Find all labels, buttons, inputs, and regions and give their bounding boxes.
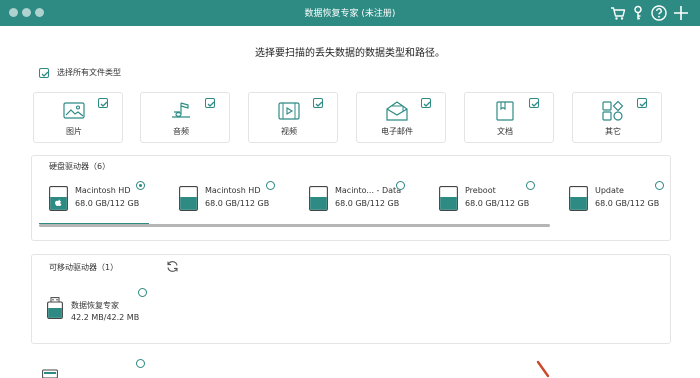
select-all-types[interactable]: 选择所有文件类型: [39, 67, 121, 78]
drive-item[interactable]: Macintosh HD 68.0 GB/112 GB: [169, 181, 297, 225]
type-label: 音频: [173, 127, 189, 136]
type-label: 文档: [497, 127, 513, 136]
document-icon: [496, 101, 514, 121]
drive-item[interactable]: Preboot 68.0 GB/112 GB: [429, 181, 557, 225]
drive-name: Macinto... - Data: [335, 186, 402, 195]
pen-icon: [536, 360, 550, 378]
hard-drive-icon: [179, 186, 198, 211]
removable-drives-panel: 可移动驱动器（1） 数据恢复专家 42.2 MB/42.2 MB: [31, 254, 671, 344]
drive-size: 42.2 MB/42.2 MB: [71, 313, 140, 322]
page-headline: 选择要扫描的丢失数据的数据类型和路径。: [255, 48, 445, 59]
plus-icon[interactable]: [672, 4, 690, 22]
horizontal-scrollbar[interactable]: [39, 224, 550, 227]
drive-icon: [42, 369, 58, 378]
select-all-checkbox[interactable]: [39, 67, 49, 78]
type-checkbox[interactable]: [205, 98, 215, 108]
type-label: 图片: [66, 127, 82, 136]
type-label: 其它: [605, 127, 621, 136]
drive-name: 数据恢复专家: [71, 301, 119, 310]
type-checkbox[interactable]: [421, 98, 431, 108]
drive-radio[interactable]: [396, 181, 405, 190]
drive-size: 68.0 GB/112 GB: [335, 199, 400, 208]
drive-radio[interactable]: [138, 288, 147, 297]
select-all-label: 选择所有文件类型: [57, 68, 121, 77]
email-icon: [386, 101, 408, 121]
drive-name: Preboot: [465, 186, 496, 195]
shapes-icon: [602, 100, 624, 121]
image-icon: [63, 102, 85, 119]
drive-size: 68.0 GB/112 GB: [205, 199, 270, 208]
hard-drive-icon: [49, 186, 68, 211]
hard-drive-icon: [569, 186, 588, 211]
type-card-email[interactable]: 电子邮件: [356, 92, 446, 143]
type-card-other[interactable]: 其它: [572, 92, 662, 143]
usb-drive-icon: [47, 297, 63, 319]
removable-drives-title: 可移动驱动器（1）: [49, 263, 119, 272]
window-title: 数据恢复专家 (未注册): [304, 9, 396, 19]
hard-drives-title: 硬盘驱动器（6）: [49, 162, 111, 171]
type-checkbox[interactable]: [98, 98, 108, 108]
music-icon: [172, 102, 190, 118]
hard-drives-panel: 硬盘驱动器（6） Macintosh HD 68.0 GB/112 GB Mac…: [31, 155, 671, 241]
type-card-video[interactable]: 视频: [248, 92, 338, 143]
type-card-audio[interactable]: 音频: [140, 92, 230, 143]
help-icon[interactable]: [650, 4, 668, 22]
type-card-image[interactable]: 图片: [33, 92, 123, 143]
drive-item[interactable]: Macinto... - Data 68.0 GB/112 GB: [299, 181, 427, 225]
drive-radio[interactable]: [136, 181, 145, 190]
drive-name: Macintosh HD: [75, 186, 131, 195]
drive-size: 68.0 GB/112 GB: [465, 199, 530, 208]
cart-icon[interactable]: [609, 4, 627, 22]
type-card-document[interactable]: 文档: [464, 92, 554, 143]
drive-radio[interactable]: [526, 181, 535, 190]
drive-size: 68.0 GB/112 GB: [595, 199, 660, 208]
title-bar: 数据恢复专家 (未注册): [0, 0, 700, 26]
drive-size: 68.0 GB/112 GB: [75, 199, 140, 208]
drive-radio[interactable]: [266, 181, 275, 190]
type-checkbox[interactable]: [529, 98, 539, 108]
type-label: 电子邮件: [381, 127, 413, 136]
drive-radio[interactable]: [655, 181, 664, 190]
drive-name: Update: [595, 186, 624, 195]
hard-drive-icon: [439, 186, 458, 211]
type-label: 视频: [281, 127, 297, 136]
drive-item[interactable]: Update 68.0 GB/112 GB: [559, 181, 669, 225]
type-checkbox[interactable]: [637, 98, 647, 108]
drive-name: Macintosh HD: [205, 186, 261, 195]
drive-item[interactable]: Macintosh HD 68.0 GB/112 GB: [39, 181, 167, 225]
refresh-icon[interactable]: [166, 260, 179, 273]
partial-item-radio[interactable]: [136, 359, 145, 368]
key-icon[interactable]: [629, 4, 647, 22]
type-checkbox[interactable]: [313, 98, 323, 108]
removable-drive-item[interactable]: 数据恢复专家 42.2 MB/42.2 MB: [39, 288, 159, 332]
hard-drive-icon: [309, 186, 328, 211]
video-icon: [278, 102, 300, 120]
